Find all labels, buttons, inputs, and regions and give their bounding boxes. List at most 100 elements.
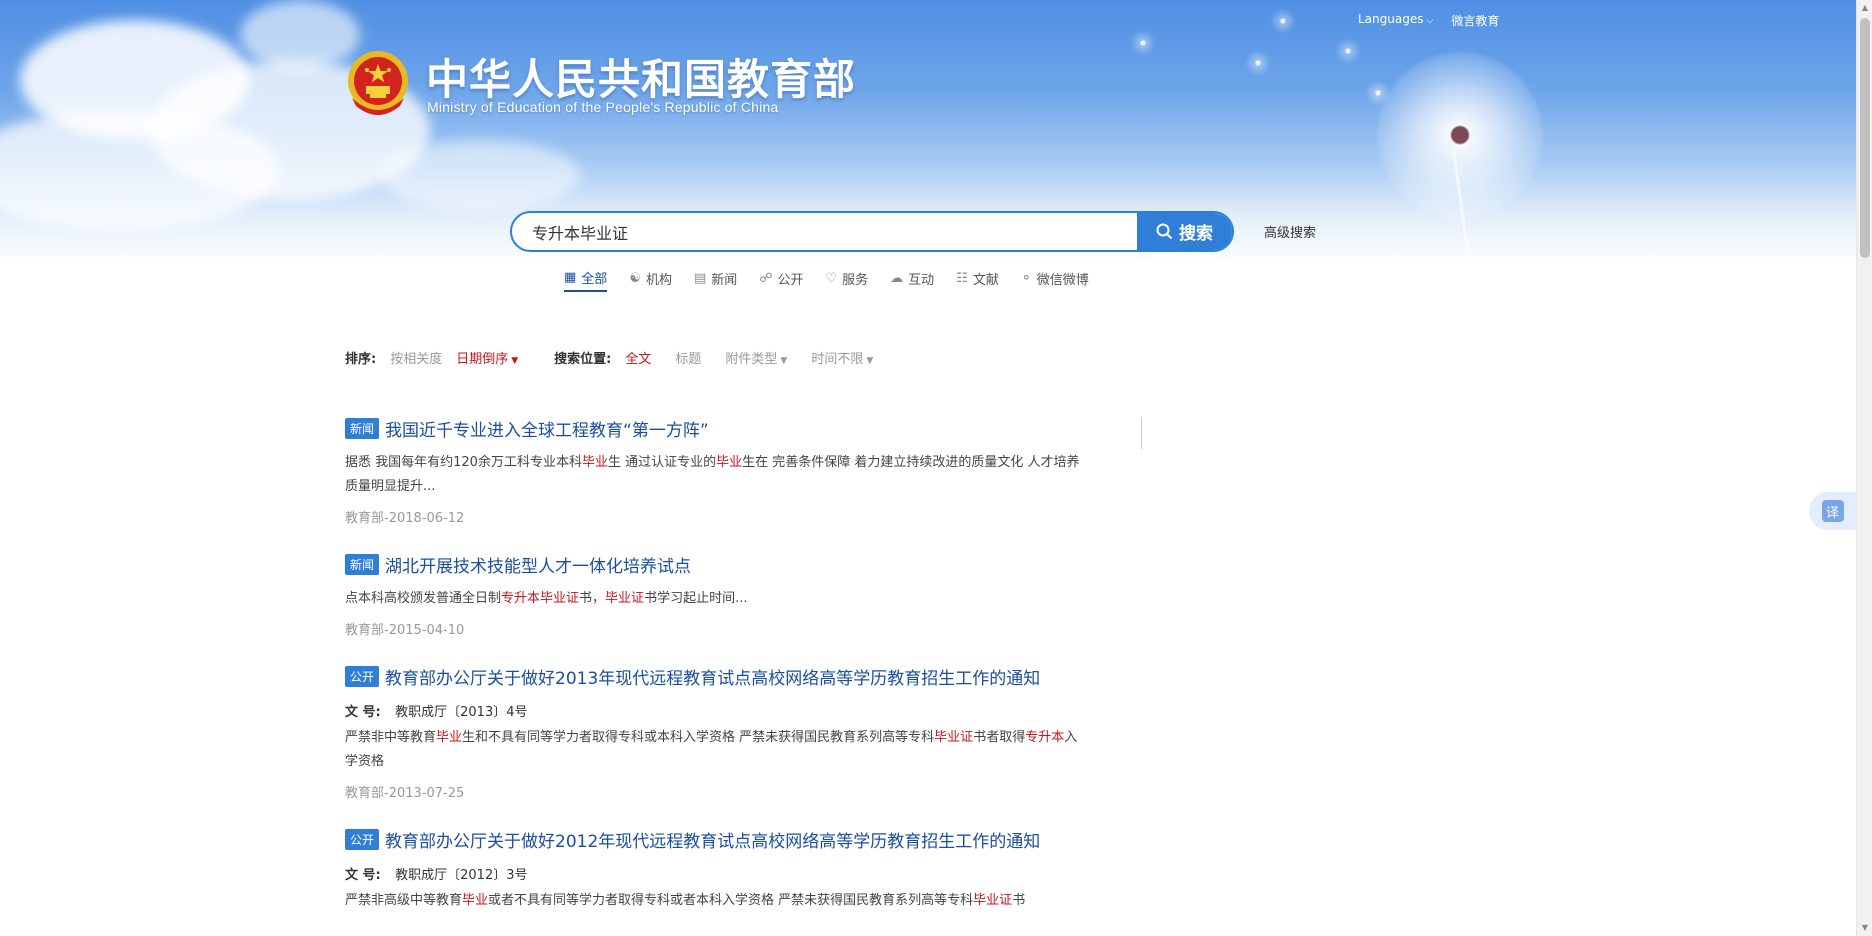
snippet-text: 书学习起止时间... (644, 591, 748, 606)
tab-label: 机构 (645, 273, 672, 288)
highlighted-keyword: 专升本 (1025, 730, 1065, 745)
tab-all[interactable]: ▦ 全部 (564, 268, 608, 292)
tab-service[interactable]: ♡ 服务 (825, 268, 868, 292)
languages-label: Languages (1358, 12, 1424, 26)
snippet-text: 生和不具有同等学力者取得专科或本科入学资格 严禁未获得国民教育系列高等专科 (462, 730, 935, 745)
sort-bar: 排序: 按相关度 日期倒序 ▼ 搜索位置: 全文 标题 附件类型 ▼ 时间不限 ▼ (345, 348, 873, 367)
tab-organization[interactable]: ☯ 机构 (629, 268, 672, 292)
result-header: 公开 教育部办公厅关于做好2012年现代远程教育试点高校网络高等学历教育招生工作… (345, 827, 1080, 852)
lock-icon: ☍ (759, 271, 773, 286)
search-button[interactable]: 搜索 (1137, 213, 1232, 250)
tab-label: 微信微博 (1036, 273, 1089, 288)
vertical-divider (1141, 417, 1142, 449)
scroll-up-icon[interactable]: ▲ (1857, 0, 1872, 16)
seed-decoration (1335, 38, 1361, 64)
result-title-link[interactable]: 我国近千专业进入全球工程教育“第一方阵” (385, 416, 709, 441)
result-badge: 公开 (345, 829, 380, 850)
seed-decoration (1130, 30, 1156, 56)
result-item: 新闻 我国近千专业进入全球工程教育“第一方阵” 据悉 我国每年有约120余万工科… (345, 416, 1080, 526)
result-snippet: 据悉 我国每年有约120余万工科专业本科毕业生 通过认证专业的毕业生在 完善条件… (345, 451, 1080, 499)
highlighted-keyword: 专升本毕业证 (501, 591, 580, 606)
tab-wechat-weibo[interactable]: ⚬ 微信微博 (1021, 268, 1089, 292)
result-item: 新闻 湖北开展技术技能型人才一体化培养试点 点本科高校颁发普通全日制专升本毕业证… (345, 552, 1080, 638)
category-tabs: ▦ 全部 ☯ 机构 ▤ 新闻 ☍ 公开 ♡ 服务 ☁ 互动 ☷ 文献 ⚬ 微信微 (564, 268, 1089, 292)
doc-number-value: 教职成厅〔2012〕3号 (395, 868, 528, 883)
heart-icon: ♡ (825, 271, 838, 286)
snippet-text: 书 (1012, 893, 1026, 908)
sort-label: 排序: (345, 352, 377, 367)
result-snippet: 点本科高校颁发普通全日制专升本毕业证书，毕业证书学习起止时间... (345, 587, 1080, 611)
scroll-down-icon[interactable]: ▼ (1857, 920, 1872, 936)
doc-number-key: 文 号: (345, 868, 381, 883)
result-snippet: 严禁非中等教育毕业生和不具有同等学力者取得专科或本科入学资格 严禁未获得国民教育… (345, 726, 1080, 774)
result-source: 教育部-2015-04-10 (345, 623, 465, 638)
highlighted-keyword: 毕业 (716, 455, 743, 470)
chevron-down-icon: ⌵ (1426, 16, 1434, 26)
caret-down-icon: ▼ (511, 356, 519, 366)
logo-chinese-title: 中华人民共和国教育部 (426, 55, 857, 104)
cloud-decoration (240, 0, 360, 70)
sort-relevance[interactable]: 按相关度 (390, 348, 442, 367)
result-doc-number: 文 号: 教职成厅〔2013〕4号 (345, 701, 1080, 720)
highlighted-keyword: 毕业 (436, 730, 463, 745)
result-title-link[interactable]: 教育部办公厅关于做好2012年现代远程教育试点高校网络高等学历教育招生工作的通知 (385, 827, 1040, 852)
caret-down-icon: ▼ (866, 356, 874, 366)
snippet-text: 或者不具有同等学力者取得专科或者本科入学资格 严禁未获得国民教育系列高等专科 (488, 893, 974, 908)
languages-link[interactable]: Languages ⌵ (1358, 12, 1433, 29)
document-icon: ☷ (956, 271, 968, 286)
result-badge: 新闻 (345, 418, 380, 439)
news-icon: ▤ (693, 271, 707, 286)
position-title[interactable]: 标题 (675, 348, 701, 367)
search-box: 搜索 (510, 211, 1234, 252)
dandelion-decoration (1375, 50, 1545, 220)
snippet-text: 点本科高校颁发普通全日制 (345, 591, 502, 606)
scrollbar[interactable]: ▲ ▼ (1856, 0, 1872, 936)
result-badge: 公开 (345, 666, 380, 687)
advanced-search-link[interactable]: 高级搜索 (1264, 222, 1316, 241)
attachment-type-label: 附件类型 (725, 352, 778, 367)
sort-date-desc[interactable]: 日期倒序 ▼ (456, 348, 518, 367)
result-header: 新闻 湖北开展技术技能型人才一体化培养试点 (345, 552, 1080, 577)
top-links: Languages ⌵ 微言教育 (1358, 12, 1499, 29)
tab-documents[interactable]: ☷ 文献 (956, 268, 999, 292)
time-filter-label: 时间不限 (811, 352, 864, 367)
result-title-link[interactable]: 湖北开展技术技能型人才一体化培养试点 (385, 552, 691, 577)
highlighted-keyword: 毕业 (462, 893, 489, 908)
weiyan-link[interactable]: 微言教育 (1451, 12, 1499, 29)
result-item: 公开 教育部办公厅关于做好2013年现代远程教育试点高校网络高等学历教育招生工作… (345, 664, 1080, 801)
logo-english-title: Ministry of Education of the People's Re… (427, 99, 779, 115)
attachment-type-filter[interactable]: 附件类型 ▼ (725, 348, 787, 367)
seed-decoration (1365, 80, 1391, 106)
highlighted-keyword: 毕业 (581, 455, 608, 470)
wechat-icon: ⚬ (1020, 271, 1032, 286)
result-title-link[interactable]: 教育部办公厅关于做好2013年现代远程教育试点高校网络高等学历教育招生工作的通知 (385, 664, 1040, 689)
time-filter[interactable]: 时间不限 ▼ (811, 348, 873, 367)
tab-news[interactable]: ▤ 新闻 (694, 268, 737, 292)
cloud-decoration (380, 140, 580, 210)
header-banner: Languages ⌵ 微言教育 中华人民共和国教育部 Ministry of E… (0, 0, 1856, 265)
translate-icon: 译 (1821, 500, 1844, 522)
highlighted-keyword: 毕业证 (605, 591, 645, 606)
translate-widget[interactable]: 译 (1809, 492, 1856, 530)
tab-public[interactable]: ☍ 公开 (759, 268, 803, 292)
scroll-thumb[interactable] (1860, 18, 1870, 258)
grid-icon: ▦ (564, 270, 577, 285)
result-source: 教育部-2018-06-12 (345, 511, 465, 526)
highlighted-keyword: 毕业证 (934, 730, 974, 745)
search-icon (1156, 223, 1173, 240)
sort-date-desc-label: 日期倒序 (456, 352, 509, 367)
search-input[interactable] (532, 213, 1132, 250)
result-source: 教育部-2013-07-25 (345, 786, 465, 801)
snippet-text: 严禁非高级中等教育 (345, 893, 463, 908)
snippet-text: 书者取得 (973, 730, 1026, 745)
page: Languages ⌵ 微言教育 中华人民共和国教育部 Ministry of E… (0, 0, 1872, 936)
org-icon: ☯ (629, 271, 641, 286)
doc-number-key: 文 号: (345, 705, 381, 720)
tab-label: 公开 (777, 273, 804, 288)
result-header: 新闻 我国近千专业进入全球工程教育“第一方阵” (345, 416, 1080, 441)
result-snippet: 严禁非高级中等教育毕业或者不具有同等学力者取得专科或者本科入学资格 严禁未获得国… (345, 889, 1080, 913)
position-fulltext[interactable]: 全文 (625, 348, 651, 367)
tab-interaction[interactable]: ☁ 互动 (890, 268, 934, 292)
snippet-text: 生 通过认证专业的 (607, 455, 717, 470)
highlighted-keyword: 毕业证 (973, 893, 1013, 908)
